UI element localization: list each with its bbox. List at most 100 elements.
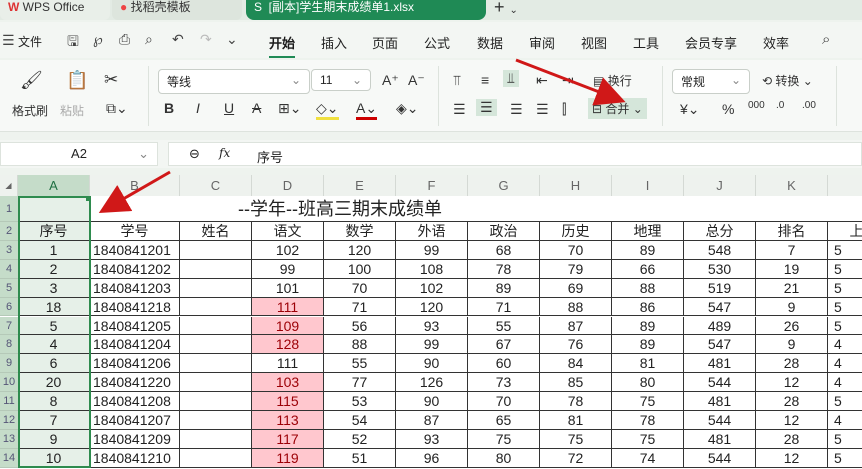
- menu-insert[interactable]: 插入: [321, 33, 347, 52]
- row-header-7[interactable]: 7: [0, 316, 18, 336]
- table-cell[interactable]: 1840841207: [90, 411, 180, 430]
- column-header-L[interactable]: [828, 175, 862, 196]
- menu-formula[interactable]: 公式: [424, 33, 450, 52]
- table-cell[interactable]: 90: [396, 392, 468, 411]
- table-cell[interactable]: 68: [468, 240, 540, 260]
- clear-format-icon[interactable]: ◈⌄: [396, 100, 419, 117]
- table-cell[interactable]: 78: [612, 411, 684, 430]
- row-header-13[interactable]: 13: [0, 429, 18, 449]
- table-cell[interactable]: 70: [324, 278, 396, 298]
- zoom-icon[interactable]: ⊖: [189, 146, 200, 162]
- undo-icon[interactable]: ↶: [172, 31, 184, 48]
- table-cell[interactable]: 75: [468, 429, 540, 449]
- menu-page[interactable]: 页面: [372, 33, 398, 52]
- row-header-12[interactable]: 12: [0, 411, 18, 430]
- table-cell[interactable]: 8: [18, 392, 90, 411]
- table-cell[interactable]: 81: [540, 411, 612, 430]
- table-cell[interactable]: 5: [828, 392, 862, 411]
- table-cell[interactable]: 1840841220: [90, 373, 180, 393]
- align-top-icon[interactable]: ⫪: [453, 72, 461, 89]
- header-cell[interactable]: 外语: [396, 222, 468, 241]
- tab-wps-office[interactable]: W WPS Office: [0, 0, 110, 20]
- column-header-G[interactable]: G: [468, 175, 540, 196]
- link-icon[interactable]: ℘: [93, 31, 103, 48]
- table-cell[interactable]: 55: [324, 354, 396, 374]
- header-cell[interactable]: 地理: [612, 222, 684, 241]
- row-header-11[interactable]: 11: [0, 392, 18, 411]
- distributed-icon[interactable]: ⫿: [562, 101, 566, 118]
- table-cell[interactable]: 111: [252, 354, 324, 374]
- table-cell[interactable]: 1840841201: [90, 240, 180, 260]
- table-cell[interactable]: 74: [612, 448, 684, 468]
- table-cell[interactable]: 5: [828, 241, 862, 260]
- column-header-B[interactable]: B: [90, 175, 180, 196]
- table-cell[interactable]: 65: [468, 411, 540, 430]
- paste-button[interactable]: 粘贴: [60, 102, 84, 119]
- table-cell[interactable]: 67: [468, 335, 540, 355]
- table-cell[interactable]: 1840841202: [90, 259, 180, 279]
- table-cell[interactable]: 115: [252, 392, 324, 411]
- name-box[interactable]: A2 ⌄: [0, 142, 158, 166]
- column-header-H[interactable]: H: [540, 175, 612, 196]
- menu-home[interactable]: 开始: [269, 33, 296, 58]
- table-cell[interactable]: 1840841209: [90, 429, 180, 449]
- menu-member[interactable]: 会员专享: [685, 33, 737, 52]
- new-tab-button[interactable]: + ⌄: [494, 0, 518, 18]
- font-size-select[interactable]: 11 ⌄: [311, 69, 371, 91]
- table-cell[interactable]: 99: [396, 240, 468, 260]
- table-cell[interactable]: 530: [684, 259, 756, 279]
- table-cell[interactable]: 7: [18, 411, 90, 430]
- cut-icon[interactable]: ✂: [104, 70, 118, 90]
- table-cell[interactable]: 89: [612, 240, 684, 260]
- menu-tools[interactable]: 工具: [633, 33, 659, 52]
- column-header-J[interactable]: J: [684, 175, 756, 196]
- table-cell[interactable]: 75: [612, 429, 684, 449]
- table-cell[interactable]: [180, 392, 252, 411]
- table-cell[interactable]: 52: [324, 429, 396, 449]
- table-cell[interactable]: 481: [684, 429, 756, 449]
- row-header-3[interactable]: 3: [0, 240, 18, 260]
- table-cell[interactable]: 89: [468, 278, 540, 298]
- header-cell[interactable]: 数学: [324, 222, 396, 241]
- tab-spreadsheet[interactable]: S [副本]学生期末成绩单1.xlsx: [246, 0, 486, 20]
- row-header-1[interactable]: 1: [0, 196, 18, 222]
- table-cell[interactable]: 3: [18, 278, 90, 298]
- row-header-2[interactable]: 2: [0, 222, 18, 241]
- table-cell[interactable]: 4: [828, 335, 862, 355]
- fill-handle[interactable]: [86, 196, 91, 201]
- tab-template[interactable]: ● 找稻壳模板: [112, 0, 242, 20]
- menu-data[interactable]: 数据: [477, 33, 503, 52]
- header-cell[interactable]: 上次: [828, 222, 862, 241]
- table-cell[interactable]: 5: [18, 316, 90, 336]
- table-cell[interactable]: 1840841210: [90, 448, 180, 468]
- italic-icon[interactable]: I: [196, 100, 200, 116]
- table-cell[interactable]: 76: [540, 335, 612, 355]
- table-cell[interactable]: 28: [756, 392, 828, 411]
- column-header-I[interactable]: I: [612, 175, 684, 196]
- table-cell[interactable]: 90: [396, 354, 468, 374]
- table-cell[interactable]: [180, 335, 252, 355]
- table-cell[interactable]: 71: [468, 297, 540, 317]
- table-cell[interactable]: 9: [756, 297, 828, 317]
- table-cell[interactable]: 9: [18, 429, 90, 449]
- table-cell[interactable]: 108: [396, 259, 468, 279]
- table-cell[interactable]: 117: [252, 429, 324, 449]
- fill-color-icon[interactable]: ◇⌄: [316, 100, 339, 120]
- row-header-14[interactable]: 14: [0, 448, 18, 468]
- header-cell[interactable]: 总分: [684, 222, 756, 241]
- table-cell[interactable]: 102: [252, 240, 324, 260]
- table-cell[interactable]: [180, 448, 252, 468]
- table-cell[interactable]: 80: [468, 448, 540, 468]
- table-cell[interactable]: 102: [396, 278, 468, 298]
- menu-review[interactable]: 审阅: [529, 33, 555, 52]
- copy-icon[interactable]: ⧉⌄: [106, 100, 128, 117]
- increase-font-icon[interactable]: A⁺: [382, 72, 399, 89]
- table-cell[interactable]: 88: [612, 278, 684, 298]
- table-cell[interactable]: 1840841208: [90, 392, 180, 411]
- table-cell[interactable]: 5: [828, 430, 862, 449]
- menu-view[interactable]: 视图: [581, 33, 607, 52]
- column-header-D[interactable]: D: [252, 175, 324, 196]
- currency-icon[interactable]: ¥⌄: [680, 101, 700, 118]
- row-header-4[interactable]: 4: [0, 259, 18, 279]
- table-cell[interactable]: 69: [540, 278, 612, 298]
